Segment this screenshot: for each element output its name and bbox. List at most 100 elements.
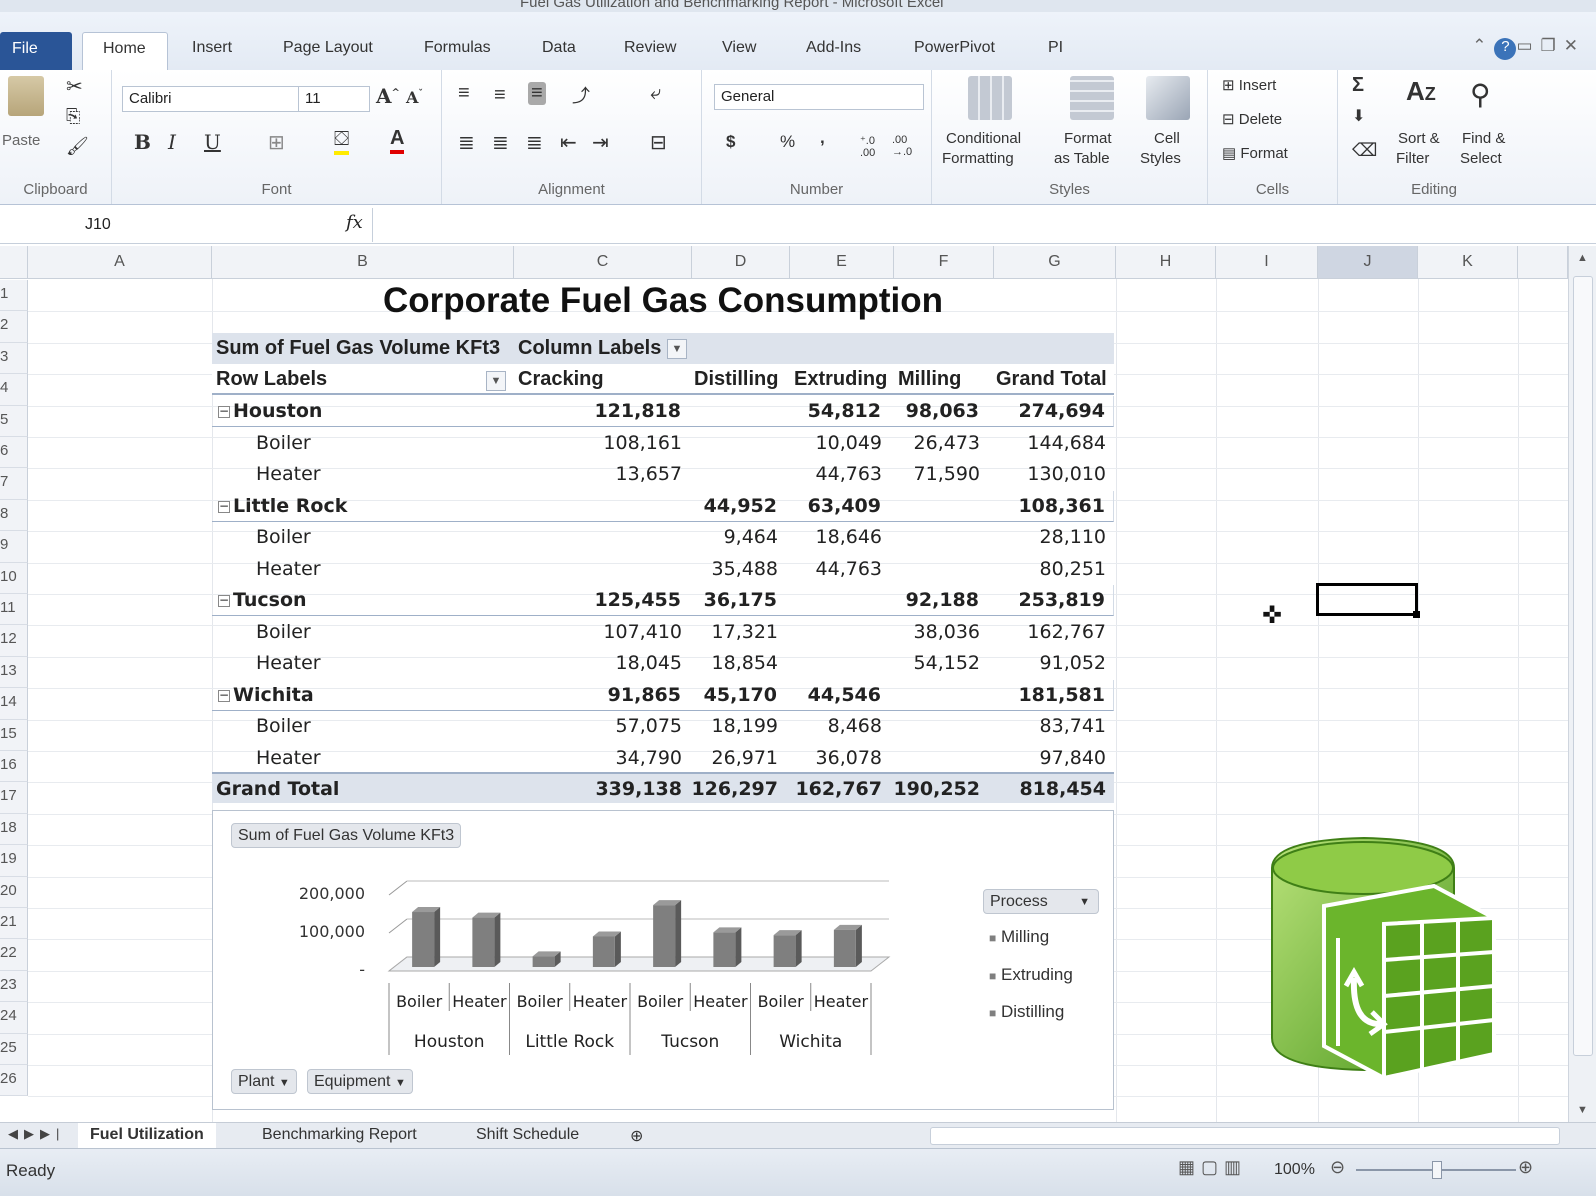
row-header[interactable]: 9 [0, 531, 28, 563]
column-header-h[interactable]: H [1116, 246, 1216, 279]
increase-decimal-icon[interactable]: ⁺.0.00 [860, 134, 875, 159]
pivot-detail-row[interactable]: Boiler 57,075 18,199 8,468 83,741 [212, 711, 1114, 742]
collapse-icon[interactable]: − [218, 689, 230, 702]
name-box[interactable]: J10 [10, 210, 215, 240]
vertical-scrollbar[interactable]: ▲ ▼ [1568, 246, 1596, 1122]
row-header[interactable]: 4 [0, 374, 28, 406]
column-header-b[interactable]: B [212, 246, 514, 279]
underline-icon[interactable]: U [204, 130, 221, 154]
decrease-indent-icon[interactable]: ⇤ [560, 130, 577, 155]
sort-filter-label-2[interactable]: Filter [1396, 150, 1429, 167]
format-painter-icon[interactable]: 🖌 [66, 136, 89, 157]
row-header[interactable]: 14 [0, 688, 28, 720]
clear-icon[interactable]: ⌫ [1352, 140, 1377, 161]
help-icon[interactable]: ? [1494, 38, 1517, 60]
paste-label[interactable]: Paste [2, 132, 40, 149]
minimize-ribbon-icon[interactable]: ⌃ [1472, 36, 1494, 55]
pivot-group-row[interactable]: − Tucson 125,455 36,175 92,188 253,819 [212, 585, 1114, 616]
row-header[interactable]: 21 [0, 908, 28, 940]
row-header[interactable]: 8 [0, 499, 28, 532]
collapse-icon[interactable]: − [218, 405, 230, 418]
insert-function-icon[interactable]: fx [346, 212, 363, 233]
column-header-d[interactable]: D [692, 246, 790, 279]
equipment-field-button[interactable]: Equipment ▼ [307, 1069, 413, 1094]
row-header[interactable]: 7 [0, 468, 28, 500]
row-header[interactable]: 2 [0, 311, 28, 343]
pivot-group-row[interactable]: − Houston 121,818 54,812 98,063 274,694 [212, 396, 1114, 427]
increase-indent-icon[interactable]: ⇥ [592, 130, 609, 155]
pivot-detail-row[interactable]: Heater 13,657 44,763 71,590 130,010 [212, 459, 1114, 490]
row-labels-filter-icon[interactable]: ▼ [486, 369, 506, 392]
fill-icon[interactable]: ⬇ [1352, 106, 1365, 126]
zoom-slider-thumb[interactable] [1432, 1161, 1442, 1179]
zoom-out-icon[interactable]: ⊖ [1330, 1157, 1345, 1178]
insert-cells-button[interactable]: ⊞ Insert [1222, 76, 1276, 94]
row-header[interactable]: 22 [0, 939, 28, 971]
tab-formulas[interactable]: Formulas [424, 39, 491, 57]
zoom-in-icon[interactable]: ⊕ [1518, 1157, 1533, 1178]
cell-styles-icon[interactable] [1146, 76, 1190, 120]
orientation-icon[interactable]: ⤴ [572, 82, 590, 108]
scroll-down-icon[interactable]: ▼ [1577, 1104, 1588, 1116]
scroll-up-icon[interactable]: ▲ [1577, 252, 1588, 264]
italic-icon[interactable]: I [168, 130, 176, 154]
sort-filter-label-1[interactable]: Sort & [1398, 130, 1440, 147]
currency-button[interactable]: $ [726, 132, 735, 152]
insert-sheet-icon[interactable]: ⊕ [618, 1123, 655, 1148]
plant-field-button[interactable]: Plant ▼ [231, 1069, 297, 1094]
format-as-table-label-1[interactable]: Format [1064, 130, 1112, 147]
decrease-decimal-icon[interactable]: .00 →.0 [892, 134, 912, 158]
tab-view[interactable]: View [722, 39, 756, 57]
percent-button[interactable]: % [780, 132, 795, 152]
minimize-icon[interactable]: ▭ [1516, 36, 1540, 55]
row-header[interactable]: 12 [0, 625, 28, 657]
tab-review[interactable]: Review [624, 39, 676, 57]
pivot-group-row[interactable]: − Little Rock 44,952 63,409 108,361 [212, 490, 1114, 522]
horizontal-scrollbar[interactable] [930, 1127, 1560, 1145]
column-labels-filter-icon[interactable]: ▼ [666, 339, 687, 359]
zoom-level[interactable]: 100% [1274, 1161, 1315, 1179]
sheet-nav-icons[interactable]: ◀▶▶| [8, 1126, 65, 1142]
row-header[interactable]: 10 [0, 562, 28, 594]
window-controls[interactable]: ⌃? ▭❐✕ [1472, 36, 1586, 60]
row-header[interactable]: 20 [0, 876, 28, 908]
column-header-g[interactable]: G [994, 246, 1116, 279]
column-header-e[interactable]: E [790, 246, 894, 279]
conditional-formatting-icon[interactable] [968, 76, 1012, 120]
sheet-tab-benchmarking-report[interactable]: Benchmarking Report [250, 1123, 429, 1148]
pivot-detail-row[interactable]: Boiler 108,161 10,049 26,473 144,684 [212, 428, 1114, 459]
cut-icon[interactable]: ✂ [66, 74, 83, 99]
legend-process-button[interactable]: Process ▼ [983, 889, 1099, 914]
copy-icon[interactable]: ⎘ [66, 106, 80, 127]
tab-add-ins[interactable]: Add-Ins [806, 39, 861, 57]
sort-filter-icon[interactable]: AZ [1406, 76, 1436, 107]
row-header[interactable]: 3 [0, 342, 28, 375]
align-left-icon[interactable]: ≣ [458, 130, 475, 155]
restore-icon[interactable]: ❐ [1541, 36, 1564, 55]
vertical-scroll-thumb[interactable] [1573, 276, 1593, 1056]
format-as-table-icon[interactable] [1070, 76, 1114, 120]
find-select-label-1[interactable]: Find & [1462, 130, 1505, 147]
align-right-icon[interactable]: ≣ [526, 130, 543, 155]
pivot-detail-row[interactable]: Heater 35,488 44,763 80,251 [212, 554, 1114, 585]
align-middle-icon[interactable]: ≡ [494, 84, 506, 107]
tab-file[interactable]: File [0, 32, 72, 70]
cell-styles-label-1[interactable]: Cell [1154, 130, 1180, 147]
column-header-a[interactable]: A [28, 246, 212, 279]
sheet-tab-fuel-utilization[interactable]: Fuel Utilization [78, 1123, 216, 1148]
pivot-group-row[interactable]: − Wichita 91,865 45,170 44,546 181,581 [212, 679, 1114, 711]
row-header[interactable]: 17 [0, 782, 28, 814]
find-select-icon[interactable]: ⚲ [1470, 78, 1491, 111]
conditional-formatting-label-1[interactable]: Conditional [946, 130, 1021, 147]
active-cell-j10[interactable] [1316, 583, 1420, 618]
autosum-icon[interactable]: Σ [1352, 74, 1364, 97]
formula-input[interactable] [372, 208, 1566, 242]
row-header[interactable]: 19 [0, 845, 28, 877]
row-header[interactable]: 11 [0, 594, 28, 626]
bold-icon[interactable]: B [134, 130, 151, 154]
find-select-label-2[interactable]: Select [1460, 150, 1502, 167]
comma-button[interactable]: , [820, 128, 825, 148]
collapse-icon[interactable]: − [218, 594, 230, 607]
view-buttons[interactable]: ▦▢▥ [1178, 1157, 1247, 1178]
row-header[interactable]: 26 [0, 1065, 28, 1097]
